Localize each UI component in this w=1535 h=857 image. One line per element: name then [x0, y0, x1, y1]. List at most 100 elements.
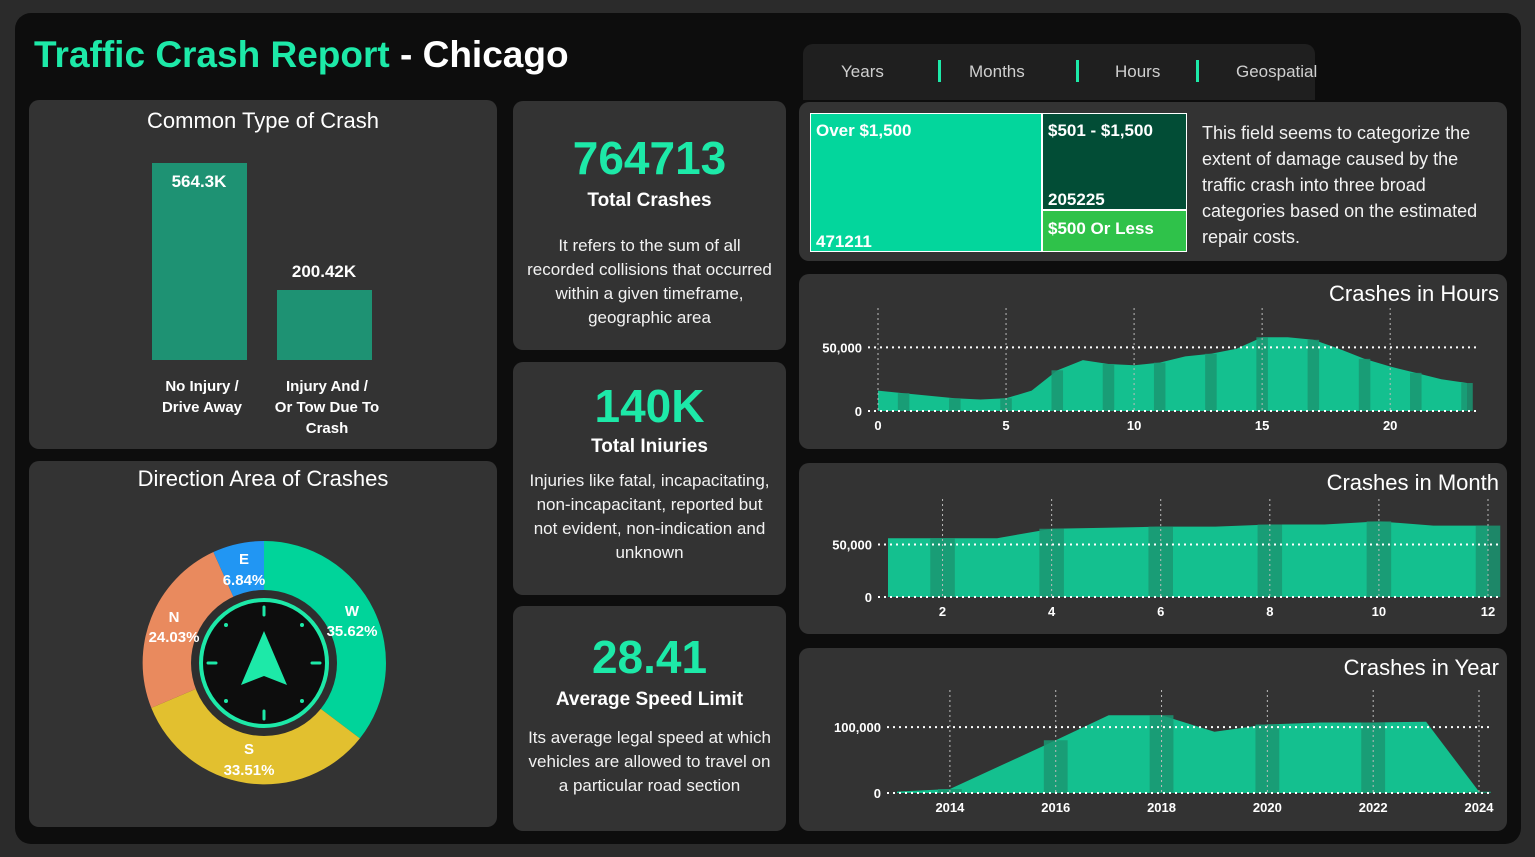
treemap-label: $501 - $1,500: [1048, 121, 1153, 140]
kpi-value: 764713: [572, 132, 727, 184]
x-tick-label: 4: [1048, 604, 1056, 619]
direction-card: Direction Area of Crashes W 35.62% S 33.…: [29, 461, 497, 827]
x-tick-label: 15: [1255, 418, 1269, 433]
area-point: [1475, 525, 1501, 597]
kpi-label: Average Speed Limit: [555, 689, 744, 710]
x-tick-label: 2: [939, 604, 946, 619]
title-sep: -: [389, 34, 423, 75]
x-tick-label: 0: [874, 418, 881, 433]
x-tick-label: 8: [1266, 604, 1273, 619]
area-point: [1255, 724, 1280, 793]
year-chart-card: Crashes in Year 0 100,000 2014 2016 2018 2020…: [799, 648, 1507, 831]
area-series: [888, 521, 1488, 597]
x-tick-label: 2020: [1253, 800, 1282, 815]
slice-dir-label: N: [169, 609, 180, 626]
treemap-value: 205225: [1048, 190, 1105, 209]
kpi-total-crashes: 764713 Total Crashes It refers to the su…: [513, 101, 786, 350]
area-point: [1051, 370, 1064, 411]
x-tick-label: 2018: [1147, 800, 1176, 815]
slice-dir-label: W: [345, 603, 360, 620]
crash-type-card: Common Type of Crash 564.3K 200.42K No I…: [29, 100, 497, 449]
crash-type-chart: 564.3K 200.42K No Injury / Drive Away In…: [152, 163, 379, 437]
slice-pct-label: 24.03%: [149, 629, 200, 646]
y-tick-label: 50,000: [832, 538, 872, 553]
tab-hours[interactable]: Hours: [1115, 62, 1160, 82]
x-tick-label: 6: [1157, 604, 1164, 619]
area-point: [1358, 358, 1371, 411]
nav-tabs: Years Months Hours Geospatial: [803, 44, 1317, 100]
slice-pct-label: 6.84%: [223, 572, 266, 589]
tab-separator: [1076, 60, 1079, 82]
damage-description: This field seems to categorize the exten…: [1202, 123, 1478, 247]
area-point: [897, 393, 910, 411]
area-point: [1102, 363, 1115, 411]
bar-value-label: 564.3K: [172, 172, 228, 191]
y-tick-label: 0: [874, 786, 881, 801]
kpi-avg-speed: 28.41 Average Speed Limit Its average le…: [513, 606, 786, 831]
bar-value-label: 200.42K: [292, 262, 357, 281]
bar-category-label: Crash: [306, 420, 349, 437]
x-tick-label: 2014: [935, 800, 965, 815]
damage-card: Over $1,500 471211 $501 - $1,500 205225 …: [799, 102, 1507, 261]
tab-years[interactable]: Years: [841, 62, 884, 82]
slice-dir-label: S: [244, 741, 254, 758]
y-tick-label: 100,000: [834, 720, 881, 735]
area-point: [1410, 372, 1422, 411]
treemap-label: Over $1,500: [816, 121, 912, 140]
kpi-label: Total Crashes: [587, 190, 712, 211]
area-point: [930, 538, 955, 597]
tab-separator: [1196, 60, 1199, 82]
y-tick-label: 0: [855, 404, 862, 419]
area-point: [1307, 339, 1320, 411]
area-point: [1461, 383, 1473, 411]
x-tick-label: 12: [1481, 604, 1495, 619]
area-point: [1039, 528, 1064, 597]
kpi-description: Its average legal speed at which vehicle…: [528, 728, 771, 795]
bar-category-label: Drive Away: [162, 399, 243, 416]
title-main: Traffic Crash Report: [34, 34, 390, 75]
treemap-label: $500 Or Less: [1048, 219, 1154, 238]
bar-category-label: No Injury /: [165, 378, 239, 395]
title-city: Chicago: [422, 34, 569, 75]
area-point: [1148, 526, 1173, 597]
month-chart-card: Crashes in Month 0 50,000 2 4 6 8 10 12: [799, 463, 1507, 634]
year-area-chart: 0 100,000 2014 2016 2018 2020 2022 2024: [834, 690, 1495, 815]
kpi-description: Injuries like fatal, incapacitating, non…: [529, 471, 770, 562]
tab-months[interactable]: Months: [969, 62, 1025, 82]
y-tick-label: 0: [865, 590, 872, 605]
kpi-description: It refers to the sum of all recorded col…: [527, 236, 772, 327]
hours-chart-card: Crashes in Hours 0 50,000 0 5 10 15 20: [799, 274, 1507, 449]
tab-separator: [938, 60, 941, 82]
area-point: [1153, 362, 1166, 411]
kpi-label: Total Iniuries: [591, 436, 708, 457]
x-tick-label: 10: [1372, 604, 1386, 619]
direction-donut-chart: W 35.62% S 33.51% N 24.03% E 6.84%: [142, 541, 386, 785]
month-area-chart: 0 50,000 2 4 6 8 10 12: [832, 499, 1501, 619]
page-title: Traffic Crash Report - Chicago: [34, 34, 569, 76]
treemap-500-or-less[interactable]: $500 Or Less: [1042, 210, 1187, 252]
bar-injury-tow: [277, 290, 372, 360]
bar-category-label: Injury And /: [286, 378, 369, 395]
bar-no-injury: [152, 163, 247, 360]
x-tick-label: 2024: [1465, 800, 1495, 815]
kpi-value: 140K: [594, 380, 705, 432]
slice-dir-label: E: [239, 551, 249, 568]
kpi-value: 28.41: [591, 631, 708, 683]
x-tick-label: 10: [1127, 418, 1141, 433]
y-tick-label: 50,000: [822, 340, 862, 355]
x-tick-label: 2022: [1359, 800, 1388, 815]
treemap-value: 471211: [816, 232, 872, 251]
x-tick-label: 5: [1002, 418, 1009, 433]
area-point: [1361, 722, 1386, 793]
area-point: [949, 398, 961, 411]
tab-geospatial[interactable]: Geospatial: [1236, 62, 1317, 82]
kpi-total-injuries: 140K Total Iniuries Injuries like fatal,…: [513, 362, 786, 595]
bar-category-label: Or Tow Due To: [275, 399, 379, 416]
x-tick-label: 2016: [1041, 800, 1070, 815]
treemap-over-1500[interactable]: Over $1,500 471211: [810, 113, 1042, 252]
area-point: [1205, 353, 1217, 411]
treemap-501-1500[interactable]: $501 - $1,500 205225: [1042, 113, 1187, 210]
slice-pct-label: 35.62%: [327, 623, 378, 640]
x-tick-label: 20: [1383, 418, 1397, 433]
slice-pct-label: 33.51%: [224, 762, 275, 779]
